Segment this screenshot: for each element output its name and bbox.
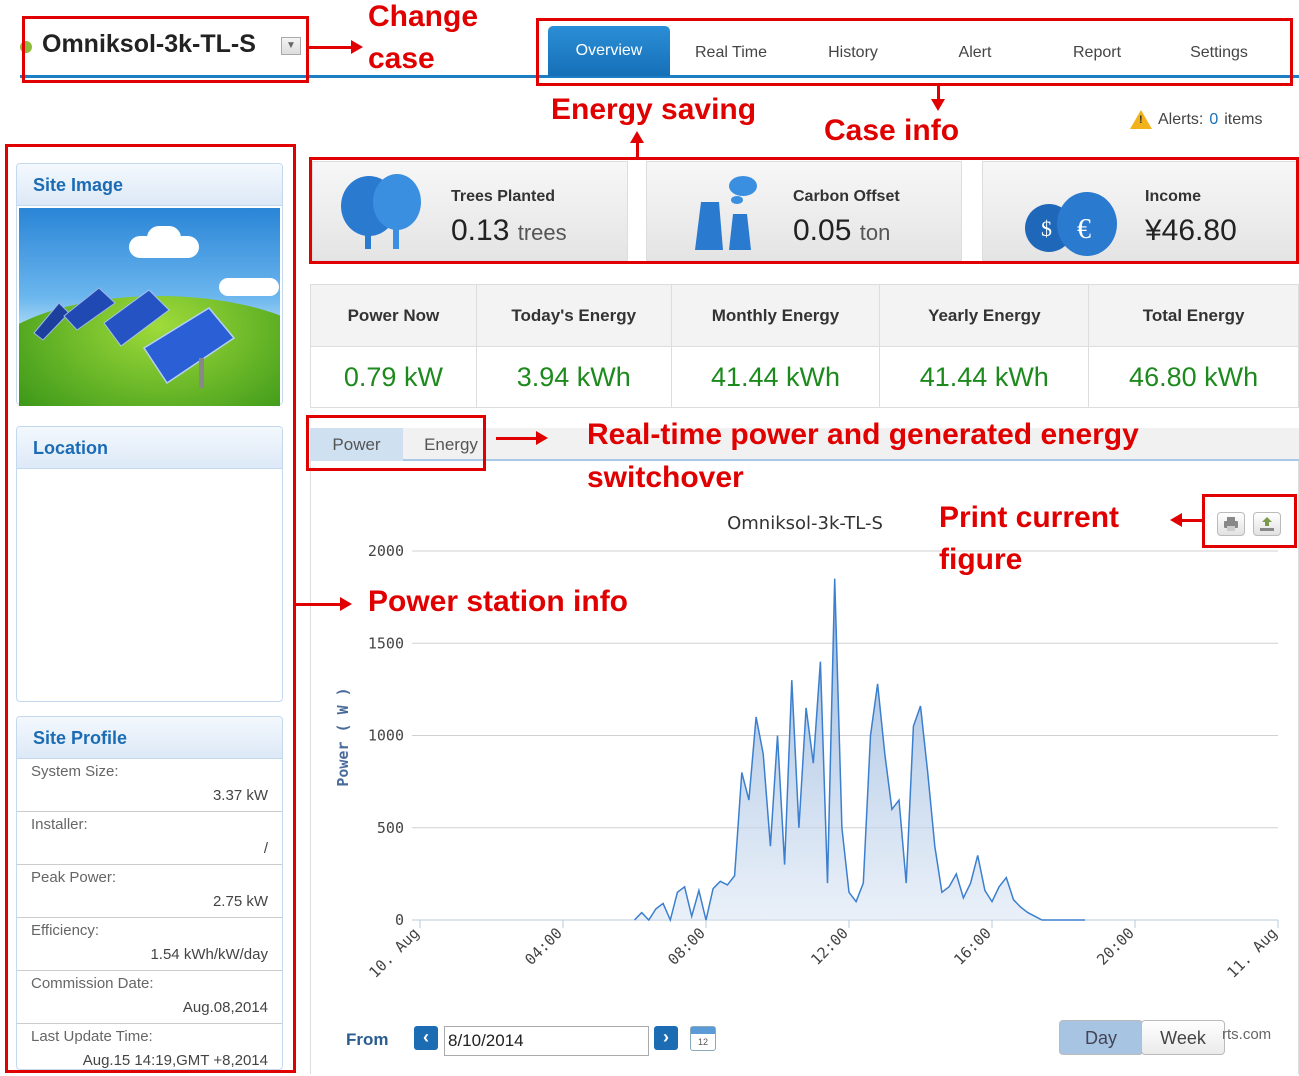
power-station-annotation: Power station info <box>368 585 629 618</box>
switchover-arrow <box>496 431 548 445</box>
print-highlight <box>1202 494 1297 548</box>
calendar-icon[interactable]: 12 <box>690 1026 716 1051</box>
range-day-button[interactable]: Day <box>1059 1020 1143 1055</box>
stat-header: Total Energy <box>1088 284 1299 347</box>
warning-icon <box>1130 110 1152 129</box>
change-case-arrow <box>309 40 363 54</box>
stat-value: 3.94 kWh <box>475 346 672 408</box>
print-arrow <box>1170 513 1202 527</box>
next-date-button[interactable]: › <box>654 1026 678 1050</box>
chart-title: Omniksol-3k-TL-S <box>727 513 883 534</box>
alerts-unit: items <box>1224 110 1263 128</box>
print-annotation-line2: figure <box>939 543 1023 576</box>
power-series-area <box>634 578 1085 920</box>
alerts-count: 0 <box>1209 110 1219 128</box>
y-tick-label: 2000 <box>368 542 404 560</box>
energy-saving-annotation: Energy saving <box>551 93 757 126</box>
alerts-indicator[interactable]: Alerts: 0 items <box>1130 110 1262 129</box>
energy-saving-arrow <box>630 131 644 157</box>
x-tick-label: 08:00 <box>664 924 709 969</box>
stat-value: 46.80 kWh <box>1088 346 1299 408</box>
stat-header: Monthly Energy <box>670 284 881 347</box>
previous-date-button[interactable]: ‹ <box>414 1026 438 1050</box>
y-tick-label: 0 <box>395 911 404 929</box>
switchover-annotation-line2: switchover <box>587 461 744 494</box>
change-case-highlight <box>22 16 309 83</box>
stat-value: 0.79 kW <box>310 346 477 408</box>
x-tick-label: 12:00 <box>807 924 852 969</box>
stat-value: 41.44 kWh <box>670 346 881 408</box>
case-info-arrow <box>931 86 945 111</box>
switchover-annotation-line1: Real-time power and generated energy <box>587 418 1139 451</box>
chart-y-axis-label: Power ( W ) <box>334 687 352 786</box>
switchover-highlight <box>306 415 486 471</box>
x-tick-label: 10. Aug <box>365 924 422 981</box>
y-tick-label: 500 <box>377 819 404 837</box>
x-tick-label: 20:00 <box>1093 924 1138 969</box>
x-tick-label: 04:00 <box>521 924 566 969</box>
power-station-arrow <box>296 597 352 611</box>
y-tick-label: 1000 <box>368 727 404 745</box>
y-tick-label: 1500 <box>368 634 404 652</box>
energy-stats-table: Power Now Today's Energy Monthly Energy … <box>310 284 1299 408</box>
chart-credit: rts.com <box>1222 1026 1272 1043</box>
stat-header: Yearly Energy <box>879 284 1090 347</box>
x-tick-label: 11. Aug <box>1223 924 1280 981</box>
change-case-annotation: Change case <box>368 0 479 75</box>
power-chart: Omniksol-3k-TL-S Power ( W ) 0 500 1000 150… <box>334 513 1281 982</box>
print-annotation-line1: Print current <box>939 501 1120 534</box>
stat-value: 41.44 kWh <box>879 346 1090 408</box>
alerts-label: Alerts: <box>1158 110 1204 128</box>
stat-header: Today's Energy <box>475 284 672 347</box>
stat-header: Power Now <box>310 284 477 347</box>
x-tick-label: 16:00 <box>950 924 995 969</box>
power-station-highlight <box>5 144 296 1073</box>
power-series-line <box>633 578 1085 923</box>
case-info-annotation: Case info <box>824 114 960 147</box>
date-input[interactable]: 8/10/2014 <box>444 1026 649 1056</box>
energy-saving-highlight <box>309 157 1299 264</box>
from-label: From <box>346 1030 389 1049</box>
case-info-highlight <box>536 18 1293 86</box>
range-week-button[interactable]: Week <box>1141 1020 1225 1055</box>
